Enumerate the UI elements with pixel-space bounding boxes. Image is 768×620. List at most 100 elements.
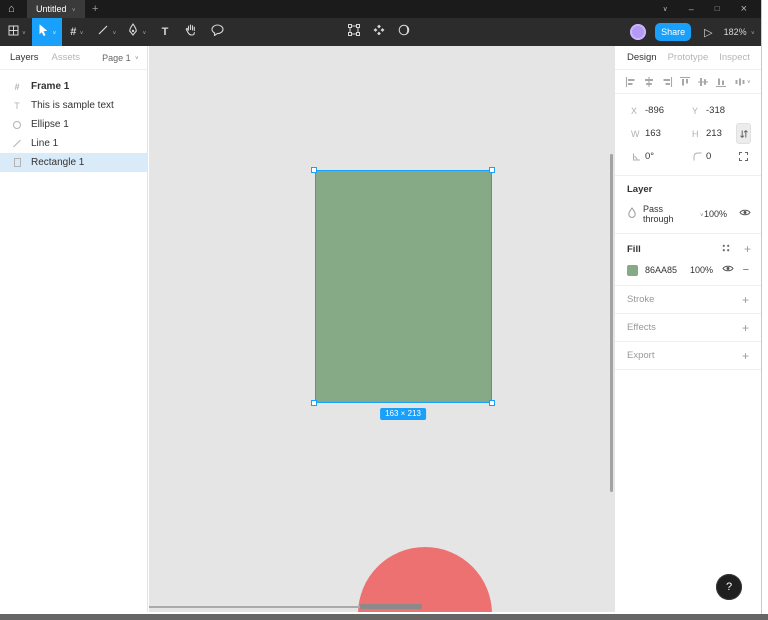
avatar[interactable] [630, 24, 647, 40]
remove-fill-button[interactable]: − [743, 264, 749, 276]
layer-row-rectangle[interactable]: Rectangle 1 [0, 153, 147, 172]
align-top-icon[interactable] [679, 76, 691, 88]
selected-rectangle[interactable] [315, 170, 492, 403]
vertical-scrollbar[interactable] [610, 154, 613, 492]
tab-inspect[interactable]: Inspect [719, 52, 750, 63]
tab-prototype[interactable]: Prototype [668, 52, 709, 63]
rotation-input[interactable]: 0° [645, 151, 654, 162]
align-bottom-icon[interactable] [715, 76, 727, 88]
hand-tool-button[interactable] [178, 18, 204, 46]
chevron-down-icon: ∨ [112, 29, 117, 35]
independent-corners-button[interactable] [738, 151, 749, 165]
page-selector-label: Page 1 [102, 52, 131, 63]
resize-handle-bottom-left[interactable] [311, 400, 317, 406]
help-button[interactable]: ? [716, 574, 742, 600]
layer-opacity-input[interactable]: 100% [704, 209, 727, 219]
resize-handle-bottom-right[interactable] [489, 400, 495, 406]
chevron-down-icon: ∨ [142, 29, 147, 35]
red-ellipse-object[interactable] [358, 547, 492, 612]
fill-opacity-input[interactable]: 100% [690, 265, 713, 275]
move-tool-button[interactable]: ∨ [32, 18, 62, 46]
chevron-down-icon[interactable]: ∨ [72, 6, 76, 12]
height-input[interactable]: 213 [706, 128, 722, 139]
tab-design[interactable]: Design [627, 52, 657, 63]
layer-row-frame[interactable]: # Frame 1 [0, 77, 147, 96]
width-input[interactable]: 163 [645, 128, 661, 139]
corner-radius-input[interactable]: 0 [706, 151, 711, 162]
fill-hex-input[interactable]: 86AA85 [645, 265, 690, 275]
styles-icon[interactable] [721, 243, 731, 256]
tab-assets[interactable]: Assets [52, 52, 81, 63]
present-button[interactable]: ▷ [704, 26, 712, 39]
align-left-icon[interactable] [625, 76, 637, 88]
edit-object-button[interactable] [348, 23, 360, 41]
fill-color-swatch[interactable] [627, 264, 638, 276]
rotation-icon [631, 151, 645, 162]
frame-tool-button[interactable]: # ∨ [62, 18, 92, 46]
page-selector[interactable]: Page 1 ∨ [102, 53, 139, 63]
comment-tool-button[interactable] [204, 18, 230, 46]
align-horizontal-center-icon[interactable] [643, 76, 655, 88]
tool-group-right: Share ▷ 182% ∨ [630, 18, 755, 46]
component-button[interactable] [373, 23, 385, 41]
layer-visibility-toggle[interactable] [739, 208, 751, 220]
document-tab[interactable]: Untitled ∨ [27, 0, 85, 18]
shape-tool-button[interactable]: ∨ [92, 18, 122, 46]
move-tool-icon [37, 23, 49, 42]
distribute-menu[interactable]: ∨ [734, 76, 751, 88]
resize-handle-top-right[interactable] [489, 167, 495, 173]
add-fill-button[interactable]: + [744, 242, 751, 256]
y-label: Y [692, 105, 699, 116]
constrain-icon [739, 129, 748, 138]
blend-mode-icon [627, 206, 637, 222]
fill-visibility-toggle[interactable] [721, 264, 734, 276]
window-menu-chevron-icon[interactable]: ∨ [663, 6, 668, 13]
add-effect-button[interactable]: + [742, 321, 749, 335]
align-right-icon[interactable] [661, 76, 673, 88]
main-menu-button[interactable]: ∨ [2, 18, 32, 46]
maximize-button[interactable]: □ [715, 5, 720, 13]
pen-tool-icon [127, 23, 139, 41]
layer-row-line[interactable]: Line 1 [0, 134, 147, 153]
design-panel-tabs: Design Prototype Inspect [615, 46, 761, 70]
resize-handle-top-left[interactable] [311, 167, 317, 173]
titlebar: ⌂ Untitled ∨ + ∨ – □ × [0, 0, 761, 18]
layer-row-text[interactable]: T This is sample text [0, 96, 147, 115]
minimize-button[interactable]: – [689, 4, 694, 14]
x-label: X [631, 105, 638, 116]
zoom-level: 182% [723, 27, 747, 37]
layer-section: Layer Pass through ∨ 100% [615, 176, 761, 234]
add-stroke-button[interactable]: + [742, 293, 749, 307]
layer-row-ellipse[interactable]: Ellipse 1 [0, 115, 147, 134]
layer-section-title: Layer [627, 184, 653, 195]
tab-layers[interactable]: Layers [10, 52, 39, 63]
blend-mode-select[interactable]: Pass through [643, 204, 695, 224]
export-section-title: Export [627, 350, 655, 361]
pen-tool-button[interactable]: ∨ [122, 18, 152, 46]
layer-name: Line 1 [31, 138, 59, 149]
new-tab-button[interactable]: + [92, 0, 98, 18]
zoom-menu[interactable]: 182% ∨ [724, 27, 755, 37]
layers-panel: Layers Assets Page 1 ∨ # Frame 1 T This … [0, 46, 148, 612]
mask-button[interactable] [398, 23, 410, 41]
ellipse-icon [10, 120, 24, 129]
layer-name: Rectangle 1 [31, 157, 85, 168]
horizontal-scrollbar-thumb[interactable] [360, 604, 422, 609]
share-button[interactable]: Share [655, 23, 692, 41]
y-input[interactable]: -318 [706, 105, 725, 116]
line-icon [10, 139, 24, 148]
text-tool-button[interactable]: T [152, 18, 178, 46]
x-input[interactable]: -896 [645, 105, 664, 116]
home-button[interactable]: ⌂ [8, 0, 15, 18]
layer-name: Frame 1 [31, 81, 70, 92]
toolbar: ∨ ∨ # ∨ ∨ ∨ T Share ▷ 182% ∨ [0, 18, 761, 46]
align-vertical-center-icon[interactable] [697, 76, 709, 88]
corner-radius-icon [692, 151, 706, 162]
text-tool-icon: T [161, 26, 169, 38]
close-button[interactable]: × [741, 3, 747, 15]
menu-icon [8, 23, 19, 41]
eye-icon [721, 265, 734, 272]
canvas[interactable]: 163 × 213 [149, 46, 614, 612]
add-export-button[interactable]: + [742, 349, 749, 363]
constrain-proportions-button[interactable] [736, 123, 751, 144]
